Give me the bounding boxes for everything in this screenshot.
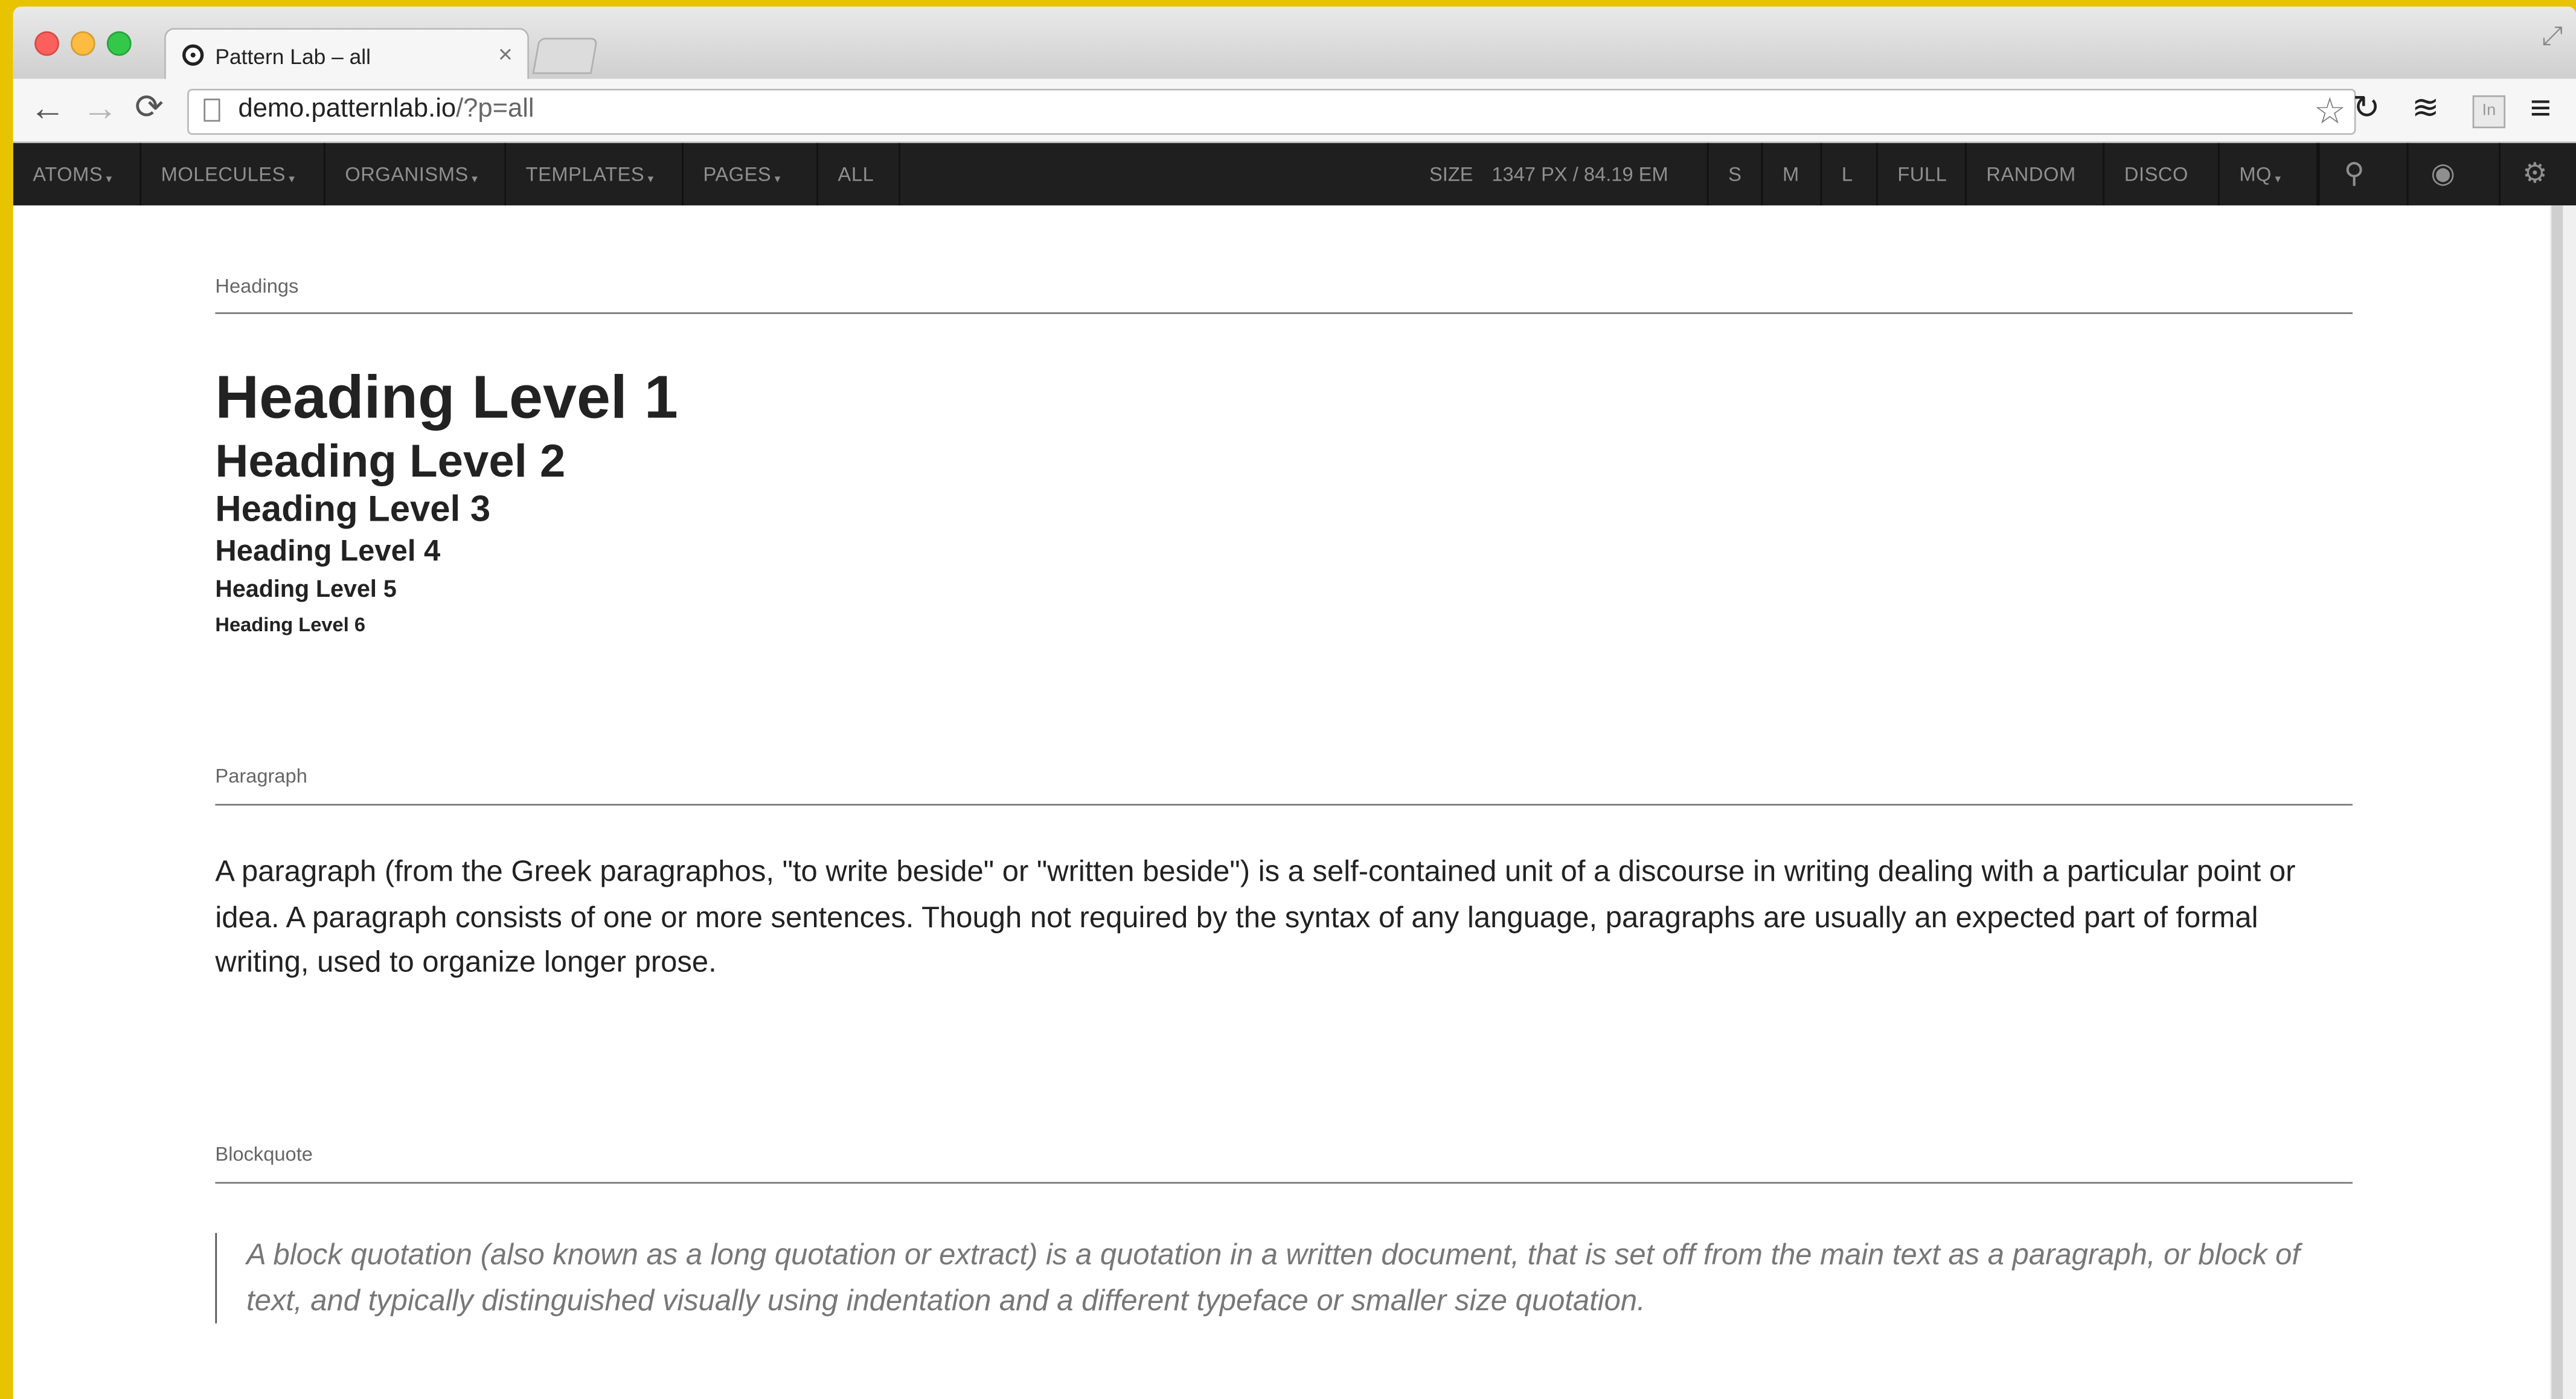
nav-templates[interactable]: TEMPLATES ▾ — [506, 143, 684, 206]
close-tab-icon[interactable]: × — [498, 41, 513, 69]
chevron-down-icon: ▾ — [289, 174, 295, 186]
size-button-s[interactable]: S — [1706, 143, 1763, 206]
forward-icon[interactable]: → — [82, 89, 118, 127]
chevron-down-icon: ▾ — [2275, 174, 2281, 186]
fullscreen-icon[interactable]: ⤢ — [2542, 23, 2563, 53]
scrollbar-thumb[interactable] — [2551, 205, 2563, 1399]
sync-extension-icon[interactable]: ↻ — [2353, 91, 2380, 127]
browser-toolbar: ← → ⟳ demo.patternlab.io/?p=all ☆ ↻ ≋ In… — [13, 79, 2576, 143]
nav-atoms-label: ATOMS — [33, 162, 103, 186]
nav-pages-label: PAGES — [703, 162, 772, 186]
tab-pattern-lab[interactable]: Pattern Lab – all × — [164, 28, 530, 81]
heading-level-2: Heading Level 2 — [215, 436, 566, 487]
section-label-headings: Headings — [215, 274, 299, 298]
url-host: demo.patternlab.io — [238, 95, 457, 124]
section-label-blockquote: Blockquote — [215, 1142, 313, 1166]
blockquote: A block quotation (also known as a long … — [215, 1233, 2351, 1323]
favicon-icon — [182, 44, 204, 66]
url-text[interactable]: demo.patternlab.io/?p=all — [239, 95, 534, 125]
bookmark-star-icon[interactable]: ☆ — [2313, 91, 2346, 133]
nav-atoms[interactable]: ATOMS ▾ — [13, 143, 141, 206]
size-px[interactable]: 1347 PX — [1491, 162, 1567, 185]
nav-molecules-label: MOLECULES — [161, 162, 286, 186]
browser-window: Pattern Lab – all × ⤢ ← → ⟳ demo.pattern… — [13, 6, 2576, 1399]
size-button-random[interactable]: RANDOM — [1967, 143, 2105, 206]
zoom-window-button[interactable] — [106, 31, 132, 56]
heading-level-6: Heading Level 6 — [215, 613, 366, 637]
eye-icon[interactable]: ◉ — [2406, 143, 2478, 206]
new-tab-button[interactable] — [532, 37, 598, 74]
tab-title: Pattern Lab – all — [215, 44, 371, 69]
back-icon[interactable]: ← — [30, 89, 66, 127]
layers-extension-icon[interactable]: ≋ — [2412, 91, 2440, 127]
chevron-down-icon: ▾ — [106, 174, 112, 186]
menu-icon[interactable]: ≡ — [2530, 89, 2551, 127]
heading-level-4: Heading Level 4 — [215, 534, 441, 567]
minimize-window-button[interactable] — [70, 31, 95, 56]
chevron-down-icon: ▾ — [774, 174, 781, 186]
nav-organisms[interactable]: ORGANISMS ▾ — [325, 143, 506, 206]
address-bar[interactable]: demo.patternlab.io/?p=all ☆ — [187, 88, 2356, 135]
nav-mq[interactable]: MQ ▾ — [2220, 143, 2318, 206]
nav-pages[interactable]: PAGES ▾ — [684, 143, 818, 206]
size-button-disco[interactable]: DISCO — [2104, 143, 2220, 206]
nav-all[interactable]: ALL — [818, 143, 900, 206]
chevron-down-icon: ▾ — [647, 174, 654, 186]
nav-mq-label: MQ — [2239, 162, 2272, 186]
nav-molecules[interactable]: MOLECULES ▾ — [141, 143, 325, 206]
url-path: /?p=all — [456, 95, 534, 124]
paragraph-text: A paragraph (from the Greek paragraphos,… — [215, 855, 2296, 979]
page-icon — [203, 98, 220, 122]
size-readout: 1347 PX / 84.19 EM — [1491, 143, 1668, 205]
section-label-paragraph: Paragraph — [215, 764, 307, 788]
size-em[interactable]: 84.19 EM — [1584, 162, 1668, 185]
chevron-down-icon: ▾ — [472, 174, 478, 186]
search-icon[interactable]: ⚲ — [2318, 143, 2389, 206]
heading-level-5: Heading Level 5 — [215, 577, 397, 603]
pattern-lab-nav: ATOMS ▾ MOLECULES ▾ ORGANISMS ▾ TEMPLATES ▾ … — [13, 143, 2576, 206]
gear-icon[interactable]: ⚙ — [2499, 143, 2569, 206]
reload-icon[interactable]: ⟳ — [135, 89, 164, 127]
section-divider — [215, 312, 2353, 314]
nav-organisms-label: ORGANISMS — [345, 162, 469, 186]
size-button-l[interactable]: L — [1822, 143, 1878, 206]
size-button-m[interactable]: M — [1763, 143, 1822, 206]
title-bar: Pattern Lab – all × ⤢ — [13, 6, 2576, 81]
heading-level-1: Heading Level 1 — [215, 363, 678, 431]
section-divider — [215, 1182, 2353, 1184]
section-divider — [215, 803, 2353, 806]
nav-templates-label: TEMPLATES — [525, 162, 645, 186]
size-separator: / — [1567, 162, 1584, 186]
in-extension-icon[interactable]: In — [2472, 95, 2506, 129]
close-window-button[interactable] — [34, 31, 59, 56]
pattern-content: Headings Heading Level 1 Heading Level 2… — [13, 205, 2550, 1399]
size-label: SIZE — [1429, 162, 1473, 186]
size-button-full[interactable]: FULL — [1878, 143, 1967, 206]
heading-level-3: Heading Level 3 — [215, 488, 491, 530]
